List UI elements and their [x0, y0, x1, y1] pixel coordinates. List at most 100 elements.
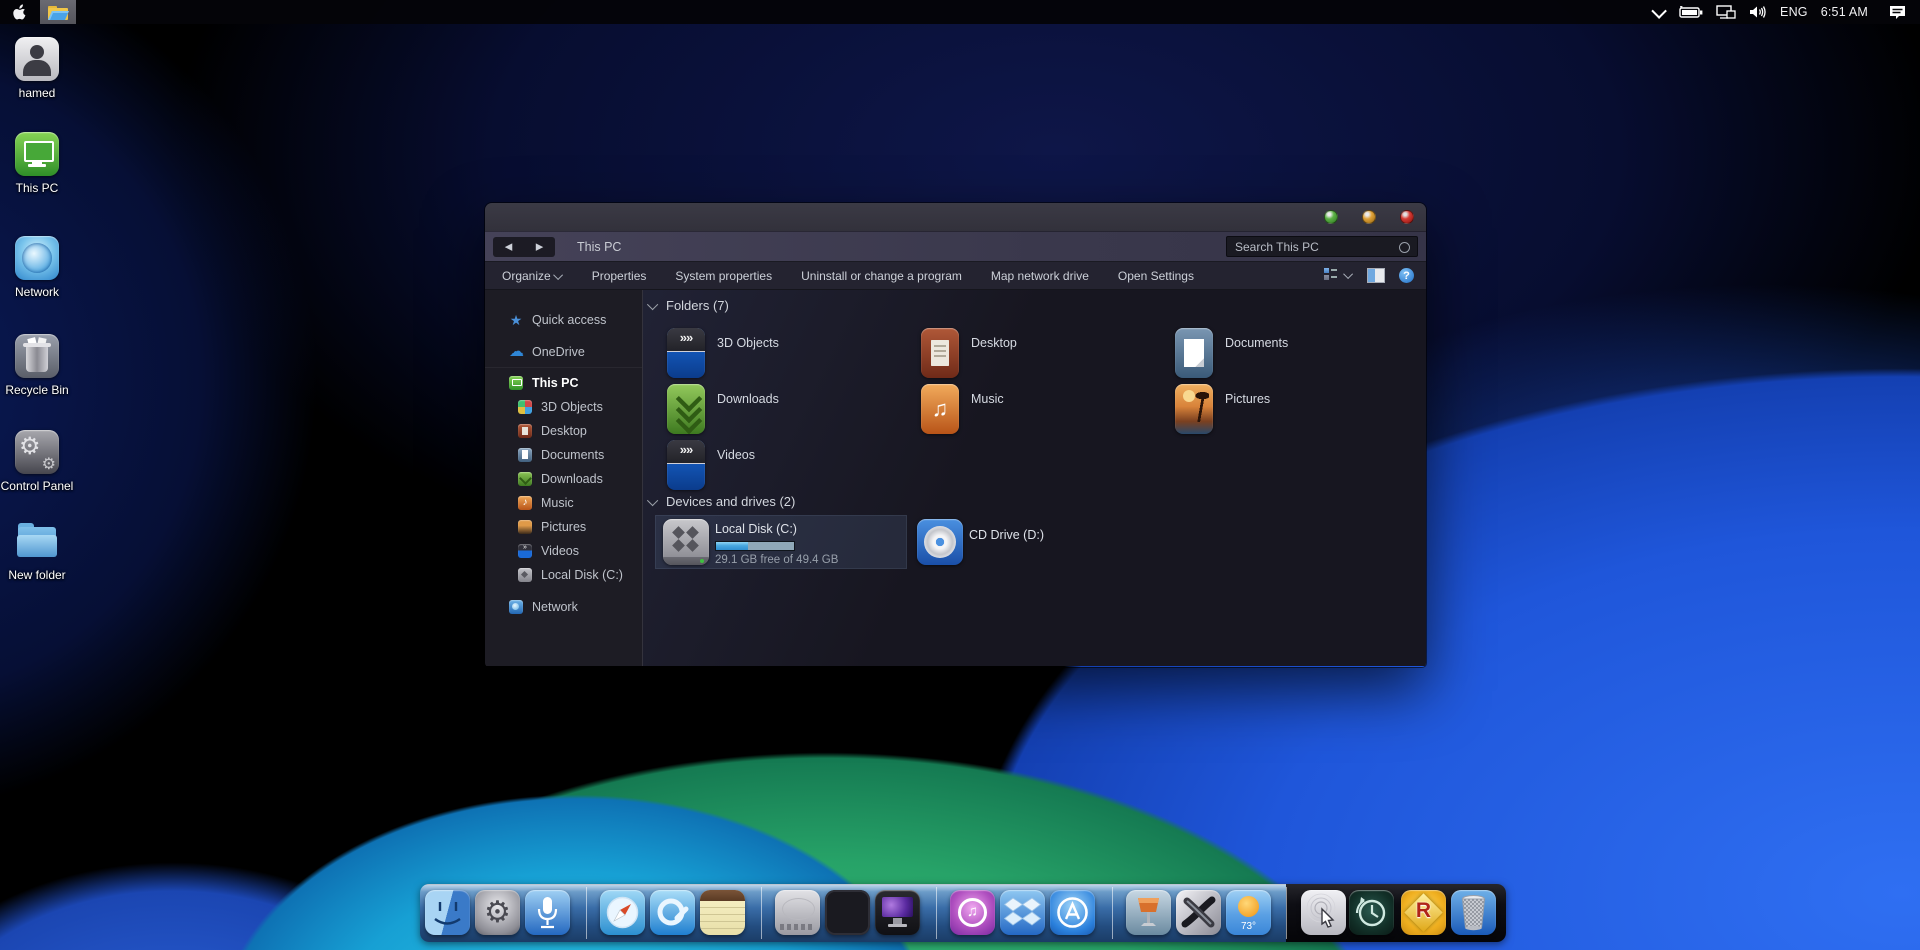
disk-usage-fill: [716, 542, 748, 550]
system-preferences-icon[interactable]: [475, 890, 520, 935]
search-box[interactable]: [1226, 236, 1418, 257]
tile-desktop[interactable]: Desktop: [912, 326, 1162, 382]
app-store-icon[interactable]: [1050, 890, 1095, 935]
desktop-icon-label: New folder: [0, 568, 80, 582]
keynote-icon[interactable]: [1126, 890, 1171, 935]
organize-button[interactable]: Organize: [502, 269, 563, 283]
uninstall-program-button[interactable]: Uninstall or change a program: [801, 269, 962, 283]
sidebar-item-onedrive[interactable]: OneDrive: [485, 340, 642, 364]
open-settings-button[interactable]: Open Settings: [1118, 269, 1194, 283]
downloads-icon: [518, 472, 532, 486]
itunes-icon[interactable]: [950, 890, 995, 935]
star-icon: [509, 313, 523, 327]
hard-disk-icon: [663, 519, 709, 565]
properties-button[interactable]: Properties: [592, 269, 647, 283]
chevron-down-icon[interactable]: [1655, 7, 1666, 18]
desktop-icon-hamed[interactable]: hamed: [0, 37, 80, 100]
clock[interactable]: 6:51 AM: [1821, 5, 1868, 19]
rocketdock-icon[interactable]: R: [1401, 890, 1446, 935]
pointer-icon[interactable]: [1301, 890, 1346, 935]
microphone-icon[interactable]: [525, 890, 570, 935]
minimize-button[interactable]: [1362, 210, 1376, 224]
close-button[interactable]: [1400, 210, 1414, 224]
desktop-icon-this-pc[interactable]: This PC: [0, 132, 80, 195]
sidebar-divider: [485, 367, 642, 368]
apple-icon[interactable]: [12, 4, 27, 21]
zoom-button[interactable]: [1324, 210, 1338, 224]
tile-3d-objects[interactable]: 3D Objects: [658, 326, 908, 382]
chevron-down-icon: [553, 270, 563, 280]
desktop-icon-control-panel[interactable]: ⚙⚙ Control Panel: [0, 430, 80, 493]
sidebar-item-this-pc[interactable]: This PC: [485, 371, 642, 395]
hard-drive-icon[interactable]: [775, 890, 820, 935]
sidebar-item-network[interactable]: Network: [485, 595, 642, 619]
sidebar-item-pictures[interactable]: Pictures: [485, 515, 642, 539]
sidebar-item-desktop[interactable]: Desktop: [485, 419, 642, 443]
command-toolbar: Organize Properties System properties Un…: [485, 261, 1426, 290]
desktop-icon-recycle-bin[interactable]: Recycle Bin: [0, 334, 80, 397]
system-tray: ENG 6:51 AM: [1655, 0, 1920, 24]
forward-button[interactable]: [536, 239, 544, 254]
menu-bar: ENG 6:51 AM: [0, 0, 1920, 24]
sidebar-item-downloads[interactable]: Downloads: [485, 467, 642, 491]
active-app-indicator[interactable]: [40, 0, 76, 24]
preview-pane-icon[interactable]: [1367, 268, 1385, 283]
breadcrumb[interactable]: This PC: [577, 240, 621, 254]
chevron-down-icon[interactable]: [1343, 269, 1353, 279]
tile-cd-drive-d[interactable]: CD Drive (D:): [910, 516, 1160, 568]
safari-icon[interactable]: [600, 890, 645, 935]
x-app-icon[interactable]: [1176, 890, 1221, 935]
navigation-pane: Quick access OneDrive This PC 3D Objects: [485, 290, 643, 666]
disk-usage-bar: [715, 541, 795, 551]
tile-documents[interactable]: Documents: [1166, 326, 1416, 382]
system-properties-button[interactable]: System properties: [675, 269, 772, 283]
time-machine-icon[interactable]: [1349, 890, 1394, 935]
recycle-bin-icon: [15, 334, 59, 378]
display-icon[interactable]: [1716, 5, 1736, 19]
details-view-icon[interactable]: [1324, 268, 1338, 283]
weather-temperature: 73°: [1226, 921, 1271, 932]
clapperboard-icon: [667, 328, 705, 378]
clapperboard-icon: [667, 440, 705, 490]
folders-section-header[interactable]: Folders (7): [650, 298, 729, 313]
tile-music[interactable]: Music: [912, 382, 1162, 438]
volume-icon[interactable]: [1749, 5, 1767, 19]
tile-videos[interactable]: Videos: [658, 438, 908, 494]
sidebar-item-videos[interactable]: Videos: [485, 539, 642, 563]
sidebar-item-quick-access[interactable]: Quick access: [485, 308, 642, 332]
black-screen-icon[interactable]: [825, 890, 870, 935]
dock: 73° R: [420, 884, 1506, 942]
finder-icon[interactable]: [425, 890, 470, 935]
monitor-icon: [509, 376, 523, 390]
trash-icon[interactable]: [1451, 890, 1496, 935]
window-body: Quick access OneDrive This PC 3D Objects: [485, 290, 1426, 666]
sidebar-item-local-disk[interactable]: Local Disk (C:): [485, 563, 642, 587]
documents-icon: [518, 448, 532, 462]
search-input[interactable]: [1227, 240, 1393, 254]
map-network-drive-button[interactable]: Map network drive: [991, 269, 1089, 283]
tile-local-disk-c[interactable]: Local Disk (C:) 29.1 GB free of 49.4 GB: [656, 516, 906, 568]
dropbox-icon[interactable]: [1000, 890, 1045, 935]
dock-separator: [586, 887, 587, 939]
tile-pictures[interactable]: Pictures: [1166, 382, 1416, 438]
devices-section-header[interactable]: Devices and drives (2): [650, 494, 795, 509]
weather-icon[interactable]: 73°: [1226, 890, 1271, 935]
notes-icon[interactable]: [700, 890, 745, 935]
sidebar-item-documents[interactable]: Documents: [485, 443, 642, 467]
title-bar[interactable]: [485, 203, 1426, 231]
desktop-icon-network[interactable]: Network: [0, 236, 80, 299]
sidebar-item-music[interactable]: Music: [485, 491, 642, 515]
sidebar-item-3d-objects[interactable]: 3D Objects: [485, 395, 642, 419]
explorer-window: This PC Organize Properties System prope…: [485, 203, 1426, 667]
desktop-icon-new-folder[interactable]: New folder: [0, 519, 80, 582]
help-icon[interactable]: ?: [1399, 268, 1414, 283]
notification-icon[interactable]: [1889, 5, 1906, 20]
tile-downloads[interactable]: Downloads: [658, 382, 908, 438]
3d-objects-icon: [518, 400, 532, 414]
mac-display-icon[interactable]: [875, 890, 920, 935]
network-icon: [509, 600, 523, 614]
back-button[interactable]: [505, 239, 513, 254]
language-indicator[interactable]: ENG: [1780, 5, 1808, 19]
quicktime-icon[interactable]: [650, 890, 695, 935]
battery-icon[interactable]: [1679, 6, 1703, 18]
